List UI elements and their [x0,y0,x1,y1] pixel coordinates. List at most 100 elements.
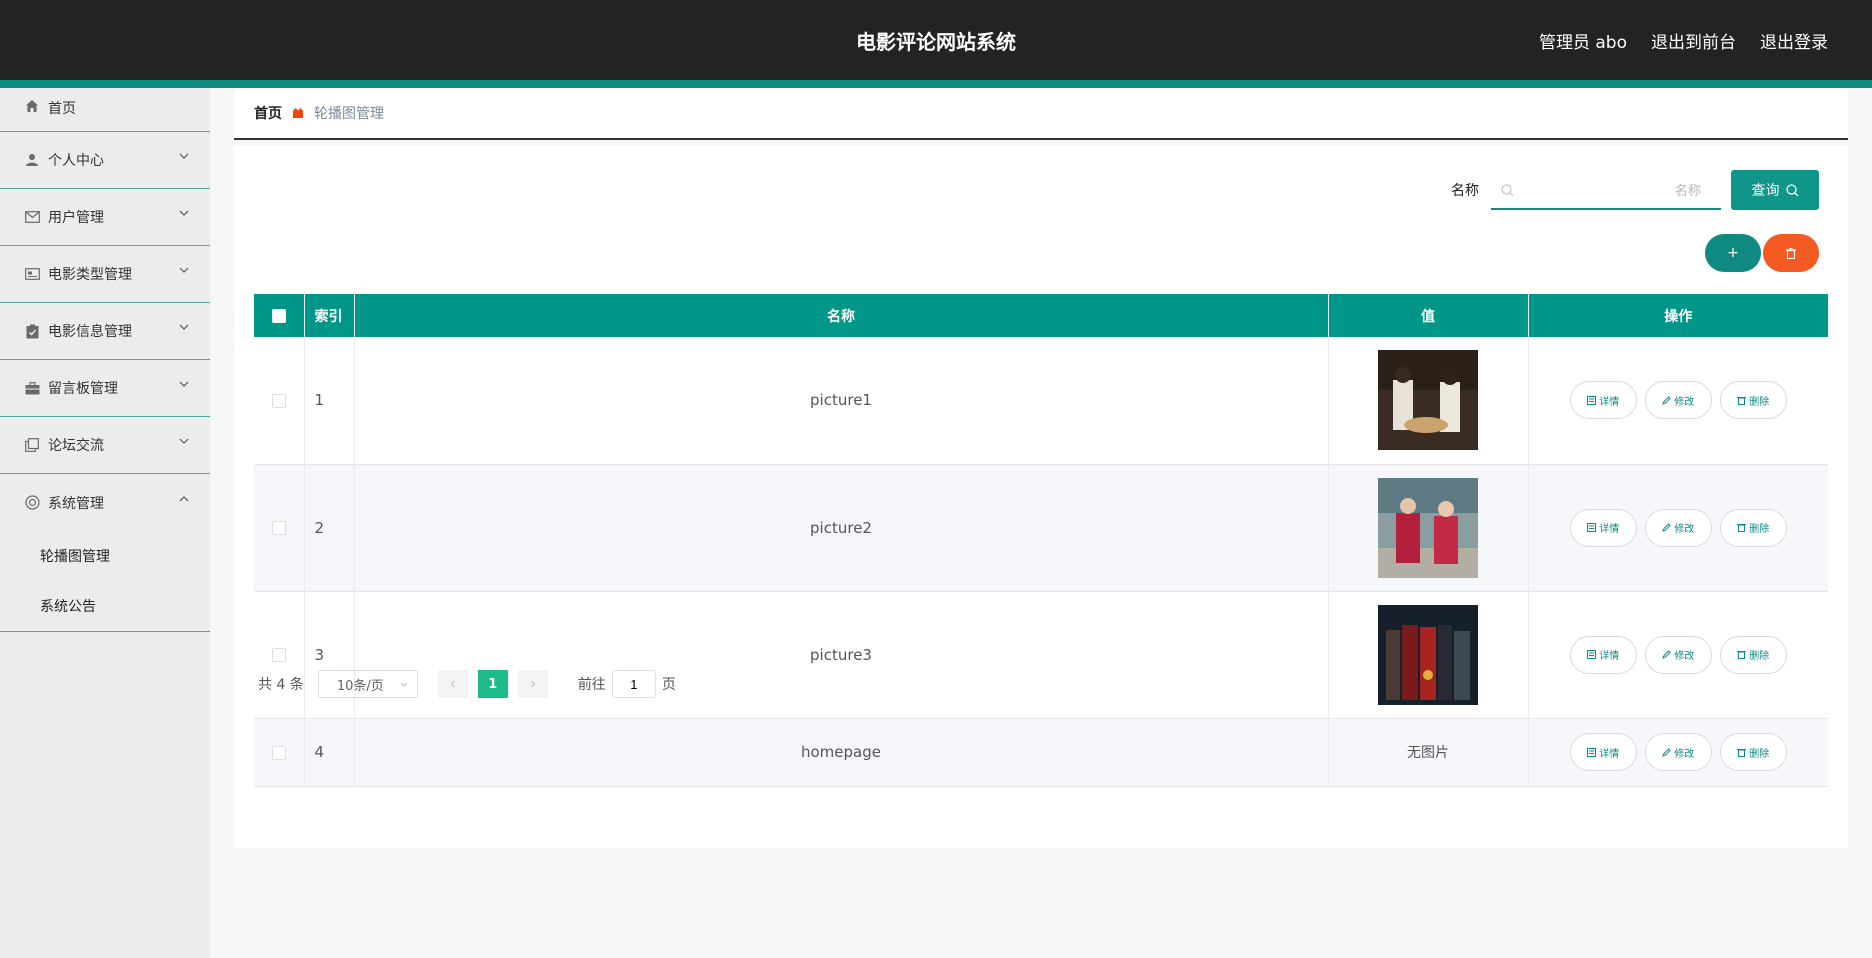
search-field [1491,172,1721,210]
table-row: 1 picture1 详情 修改 删除 [254,337,1828,465]
breadcrumb-home[interactable]: 首页 [254,103,282,123]
edit-icon [1662,747,1671,757]
trash-icon [1737,524,1747,532]
top-header: 电影评论网站系统 管理员 abo 退出到前台 退出登录 [0,0,1872,80]
system-submenu: 轮播图管理 系统公告 [0,531,210,632]
sidebar-item-label: 系统管理 [48,495,104,512]
page-size-value: 10条/页 [336,678,384,694]
select-all-checkbox[interactable] [271,308,286,323]
row-checkbox[interactable] [271,745,286,760]
sidebar-item-label: 电影类型管理 [48,267,132,283]
header-links: 管理员 abo 退出到前台 退出登录 [1539,28,1828,53]
briefcase-icon [24,380,40,396]
delete-button[interactable]: 删除 [1719,381,1787,420]
row-checkbox[interactable] [271,393,286,408]
movie-thumbnail-image[interactable] [1378,350,1478,451]
admin-user-link[interactable]: 管理员 abo [1539,28,1627,53]
edit-button[interactable]: 修改 [1644,635,1712,674]
sidebar-item-label: 论坛交流 [48,438,104,454]
edit-label: 修改 [1674,748,1695,760]
delete-button[interactable]: 删除 [1719,508,1787,547]
chevron-down-icon [400,682,408,687]
pagination: 共 4 条 10条/页 1 前往 页 [258,670,676,698]
sidebar-subitem-announcement[interactable]: 系统公告 [0,581,210,631]
delete-button[interactable]: 删除 [1719,733,1787,771]
prev-page-button[interactable] [437,670,468,698]
data-table: 索引 名称 值 操作 1 picture1 详情 修改 删除 2 picture… [254,294,1828,787]
goto-page-input[interactable] [611,670,656,698]
movie-thumbnail-image[interactable] [1378,604,1478,705]
detail-label: 详情 [1599,524,1620,535]
sidebar-item-label: 首页 [48,101,76,117]
delete-button[interactable]: 删除 [1719,635,1787,674]
sidebar-item-movie-info[interactable]: 电影信息管理 [0,303,210,360]
row-index: 3 [304,591,355,719]
sidebar-item-users[interactable]: 用户管理 [0,189,210,246]
trash-icon [1737,748,1747,757]
sidebar-item-system[interactable]: 系统管理 [0,474,210,531]
edit-icon [1662,650,1671,659]
sidebar-item-forum[interactable]: 论坛交流 [0,417,210,474]
goto-page: 前往 页 [578,670,676,698]
chevron-down-icon [179,381,189,387]
movie-thumbnail-image[interactable] [1378,477,1478,578]
breadcrumb-current: 轮播图管理 [314,106,384,122]
mail-icon [24,209,40,225]
sidebar-item-message-board[interactable]: 留言板管理 [0,360,210,417]
next-page-button[interactable] [517,670,548,698]
column-header-ops: 操作 [1528,294,1828,337]
detail-button[interactable]: 详情 [1569,635,1637,674]
document-icon [1587,650,1597,659]
delete-label: 删除 [1749,748,1770,760]
query-button-label: 查询 [1751,183,1780,199]
sidebar-item-home[interactable]: 首页 [0,88,210,132]
sidebar-item-personal[interactable]: 个人中心 [0,132,210,189]
row-ops: 详情 修改 删除 [1528,337,1828,465]
trash-icon [1737,396,1747,405]
search-label: 名称 [1451,183,1479,199]
table-row: 2 picture2 详情 修改 删除 [254,464,1828,592]
chevron-down-icon [179,210,189,216]
edit-icon [1662,523,1671,532]
user-icon [24,152,40,168]
chevron-left-icon [450,680,455,688]
goto-prefix: 前往 [577,677,606,693]
row-select-cell [254,591,305,719]
row-name: picture1 [354,337,1329,465]
search-icon [1785,183,1798,196]
document-icon [1587,747,1597,757]
edit-button[interactable]: 修改 [1644,733,1712,771]
settings-icon [24,495,40,511]
row-ops: 详情 修改 删除 [1528,591,1828,719]
row-select-cell [254,337,305,465]
page-number-current[interactable]: 1 [477,670,508,698]
search-icon [1501,184,1514,197]
chevron-down-icon [179,324,189,330]
row-checkbox[interactable] [271,521,286,535]
edit-button[interactable]: 修改 [1644,381,1712,420]
search-input[interactable] [1521,172,1711,208]
row-select-cell [254,718,305,787]
batch-delete-button[interactable] [1763,234,1819,272]
row-value [1328,464,1529,592]
card-icon [24,266,40,282]
logout-link[interactable]: 退出登录 [1760,28,1828,53]
pagination-total: 共 4 条 [258,677,304,693]
query-button[interactable]: 查询 [1731,170,1819,210]
edit-button[interactable]: 修改 [1644,508,1712,547]
add-button[interactable]: + [1705,234,1761,272]
sidebar-subitem-carousel[interactable]: 轮播图管理 [0,531,210,581]
detail-button[interactable]: 详情 [1569,508,1637,547]
detail-button[interactable]: 详情 [1569,381,1637,420]
home-icon [24,98,40,114]
edit-icon [1662,396,1671,405]
row-value [1328,591,1529,719]
exit-to-front-link[interactable]: 退出到前台 [1651,28,1736,53]
row-index: 4 [304,718,355,787]
detail-button[interactable]: 详情 [1569,733,1637,771]
page-size-select[interactable]: 10条/页 [317,670,418,698]
sidebar-item-movie-types[interactable]: 电影类型管理 [0,246,210,303]
row-checkbox[interactable] [271,648,286,662]
row-index: 1 [304,337,355,465]
document-icon [1587,395,1597,405]
